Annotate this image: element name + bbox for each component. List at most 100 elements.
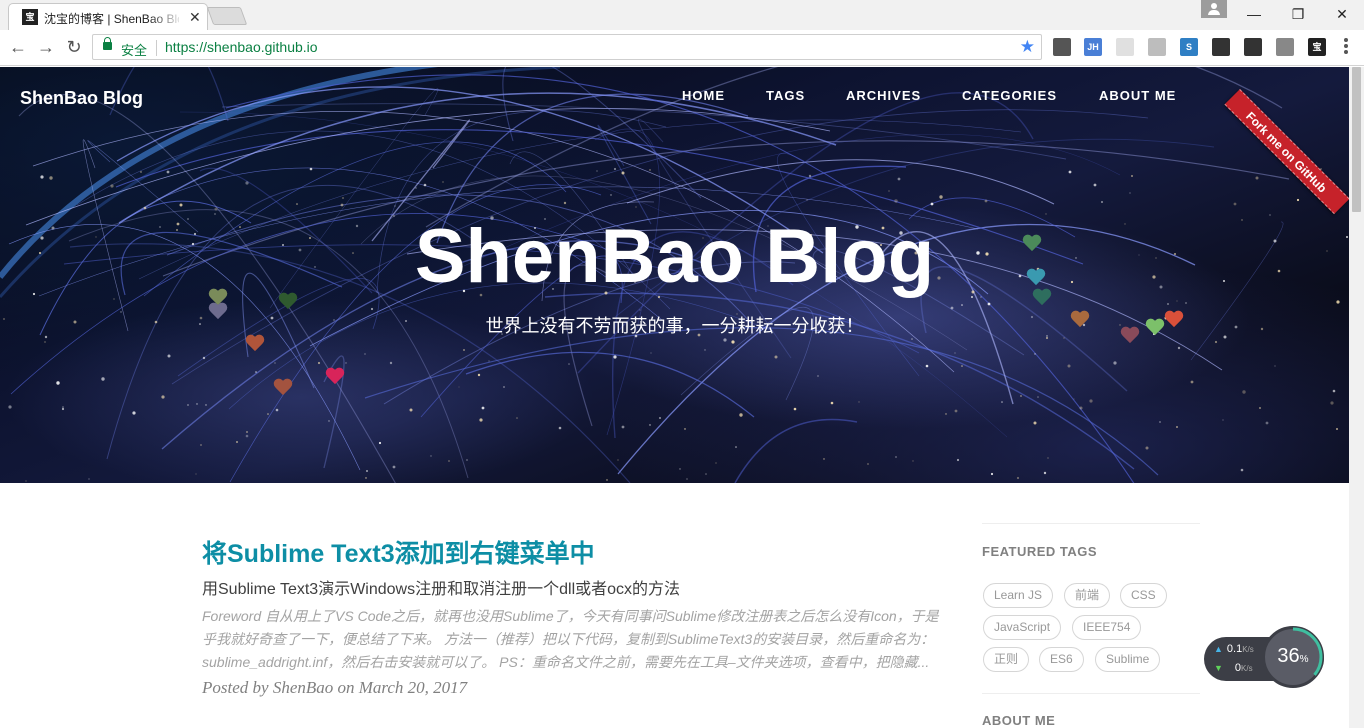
site-brand[interactable]: ShenBao Blog — [20, 88, 143, 109]
city-light — [342, 197, 344, 199]
city-light — [621, 171, 625, 175]
tag-frontend[interactable]: 前端 — [1064, 583, 1111, 608]
city-light — [430, 455, 432, 457]
nav-categories[interactable]: CATEGORIES — [962, 88, 1057, 103]
back-arrow-icon[interactable]: ← — [6, 36, 30, 58]
eye-extension-icon[interactable] — [1053, 38, 1071, 56]
city-light — [1016, 476, 1020, 480]
city-light — [1222, 419, 1224, 421]
page-scrollbar[interactable] — [1349, 67, 1364, 728]
tag-regex[interactable]: 正则 — [983, 647, 1030, 672]
city-light — [867, 463, 869, 465]
about-me-heading: ABOUT ME — [982, 713, 1056, 728]
s-extension-icon[interactable]: S — [1180, 38, 1198, 56]
city-light — [1037, 396, 1039, 398]
new-tab-button[interactable] — [206, 7, 248, 25]
nav-about-me[interactable]: ABOUT ME — [1099, 88, 1176, 103]
post-excerpt[interactable]: Foreword 自从用上了VS Code之后，就再也没用Sublime了，今天… — [202, 605, 944, 674]
upload-speed: ▲ 0.1K/s — [1214, 643, 1254, 655]
nav-tags[interactable]: TAGS — [766, 88, 805, 103]
download-unit: K/s — [1241, 664, 1253, 673]
upload-value: 0.1 — [1226, 643, 1243, 655]
city-light — [187, 404, 189, 406]
city-light — [823, 458, 825, 460]
city-light — [739, 413, 743, 417]
heart-icon — [1022, 235, 1042, 255]
bao-extension-icon[interactable]: 宝 — [1308, 38, 1326, 56]
url-text[interactable]: https://shenbao.github.io — [165, 39, 318, 55]
tag-javascript[interactable]: JavaScript — [983, 615, 1062, 640]
nav-home[interactable]: HOME — [682, 88, 725, 103]
reload-icon[interactable]: ↻ — [62, 36, 86, 58]
upload-unit: K/s — [1242, 645, 1254, 654]
close-window-icon[interactable]: ✕ — [1320, 2, 1364, 26]
city-light — [503, 386, 505, 388]
mask-extension-icon[interactable] — [1244, 38, 1262, 56]
city-light — [806, 199, 808, 201]
city-light — [639, 309, 641, 311]
city-light — [774, 355, 778, 359]
city-light — [990, 472, 994, 476]
city-light — [205, 404, 207, 406]
city-light — [950, 306, 954, 310]
city-light — [888, 190, 890, 192]
city-light — [1001, 401, 1003, 403]
tag-es6[interactable]: ES6 — [1039, 647, 1084, 672]
city-light — [925, 364, 929, 368]
bookmark-star-icon[interactable]: ★ — [1020, 37, 1035, 57]
browser-tab[interactable]: 宝 沈宝的博客 | ShenBao Blog ✕ — [8, 3, 208, 30]
memory-gauge[interactable]: 36% — [1262, 626, 1324, 688]
city-light — [214, 207, 218, 211]
city-light — [179, 203, 183, 207]
city-light — [370, 307, 374, 311]
post-title-link[interactable]: 将Sublime Text3添加到右键菜单中 — [202, 534, 595, 570]
network-line — [465, 351, 755, 418]
menu-dots-icon[interactable] — [1342, 36, 1350, 58]
forward-arrow-icon[interactable]: → — [34, 36, 58, 58]
tag-learn-js[interactable]: Learn JS — [983, 583, 1054, 608]
city-light — [394, 205, 396, 207]
city-light — [49, 176, 53, 180]
address-bar[interactable]: 安全 https://shenbao.github.io ★ — [92, 34, 1042, 60]
puzzle-extension-icon[interactable] — [1276, 38, 1294, 56]
tag-css[interactable]: CSS — [1120, 583, 1167, 608]
post-subtitle[interactable]: 用Sublime Text3演示Windows注册和取消注册一个dll或者ocx… — [202, 575, 680, 599]
qrcode-extension-icon[interactable] — [1212, 38, 1230, 56]
city-light — [1296, 198, 1300, 202]
nav-archives[interactable]: ARCHIVES — [846, 88, 921, 103]
city-light — [61, 407, 65, 411]
profile-icon[interactable] — [1201, 0, 1227, 18]
city-light — [610, 194, 612, 196]
city-light — [389, 361, 393, 365]
tag-sublime[interactable]: Sublime — [1095, 647, 1161, 672]
city-light — [415, 187, 417, 189]
city-light — [939, 195, 943, 199]
restore-icon[interactable]: ❐ — [1276, 2, 1320, 26]
scroll-thumb[interactable] — [1352, 67, 1361, 212]
minimize-icon[interactable]: — — [1232, 2, 1276, 26]
city-light — [1259, 407, 1261, 409]
calendar-extension-icon[interactable] — [1116, 38, 1134, 56]
city-light — [245, 434, 249, 438]
pdf-extension-icon[interactable] — [1148, 38, 1166, 56]
city-light — [613, 167, 617, 171]
tab-favicon-icon: 宝 — [22, 9, 38, 25]
jh-extension-icon[interactable]: JH — [1084, 38, 1102, 56]
tag-ieee754[interactable]: IEEE754 — [1072, 615, 1142, 640]
city-light — [617, 459, 619, 461]
city-light — [621, 425, 625, 429]
city-light — [1043, 471, 1047, 475]
hero-title: ShenBao Blog — [414, 214, 935, 299]
city-light — [366, 470, 368, 472]
network-line — [364, 327, 1159, 476]
city-light — [659, 417, 661, 419]
heart-icon — [1032, 289, 1052, 309]
city-light — [1033, 421, 1037, 425]
city-light — [808, 174, 812, 178]
city-light — [649, 169, 651, 171]
city-light — [56, 381, 60, 385]
tab-close-icon[interactable]: ✕ — [189, 9, 201, 26]
city-light — [1159, 421, 1161, 423]
city-light — [1176, 426, 1178, 428]
city-light — [679, 468, 681, 470]
